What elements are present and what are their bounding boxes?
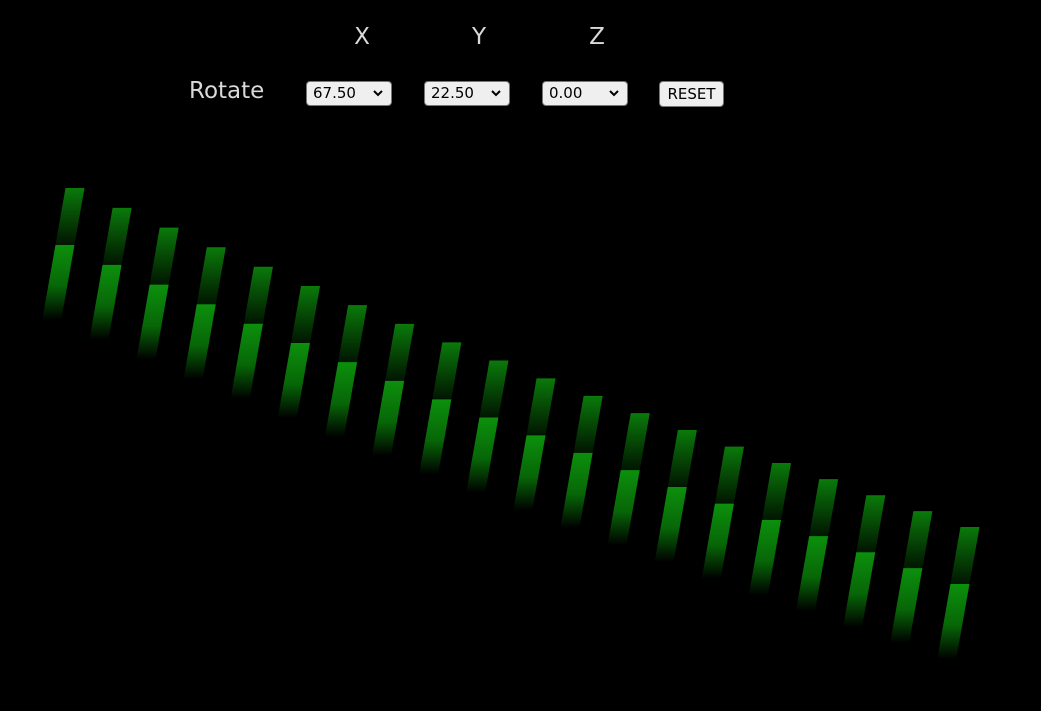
bar-1	[42, 188, 85, 320]
bar-upper-segment	[526, 378, 556, 436]
bar-14	[654, 429, 697, 562]
bar-4	[183, 247, 226, 380]
bar-upper-segment	[714, 446, 744, 504]
bar-lower-segment	[230, 323, 263, 399]
bar-lower-segment	[890, 568, 923, 644]
bar-upper-segment	[809, 479, 839, 537]
bar-lower-segment	[654, 486, 687, 562]
bar-upper-segment	[243, 266, 273, 324]
bar-upper-segment	[338, 305, 368, 363]
bar-upper-segment	[903, 511, 933, 569]
bar-lower-segment	[371, 380, 405, 456]
bar-lower-segment	[277, 343, 310, 419]
bar-lower-segment	[183, 304, 216, 380]
bar-lower-segment	[843, 552, 876, 628]
bar-upper-segment	[573, 395, 603, 453]
bar-3	[136, 227, 179, 360]
bar-lower-segment	[795, 536, 829, 612]
bar-lower-segment	[513, 435, 546, 511]
bar-upper-segment	[620, 413, 650, 471]
bar-upper-segment	[55, 188, 85, 245]
bar-upper-segment	[385, 323, 415, 381]
bar-19	[890, 511, 933, 644]
bar-upper-segment	[290, 286, 321, 344]
bar-15	[701, 446, 744, 579]
bar-17	[795, 479, 839, 612]
bar-upper-segment	[950, 527, 980, 584]
bar-upper-segment	[762, 463, 792, 521]
bar-upper-segment	[149, 227, 179, 285]
bar-5	[230, 266, 273, 399]
bar-20	[937, 527, 980, 659]
bar-lower-segment	[937, 584, 970, 659]
bar-upper-segment	[667, 429, 697, 487]
bar-lower-segment	[324, 362, 358, 438]
bar-6	[277, 286, 321, 419]
bar-upper-segment	[856, 495, 886, 553]
bar-lower-segment	[89, 264, 122, 340]
bar-12	[560, 395, 603, 528]
bar-upper-segment	[479, 360, 509, 418]
bar-8	[371, 323, 415, 456]
bar-9	[419, 342, 462, 475]
bar-lower-segment	[136, 284, 169, 360]
bar-7	[324, 305, 368, 438]
bar-lower-segment	[466, 417, 499, 493]
bar-lower-segment	[560, 452, 593, 528]
bar-upper-segment	[102, 207, 132, 265]
bar-2	[89, 207, 132, 340]
bar-upper-segment	[432, 342, 462, 400]
bar-11	[513, 378, 556, 511]
bar-16	[748, 463, 792, 596]
bar-lower-segment	[42, 245, 75, 320]
bars-group	[42, 188, 980, 659]
bar-lower-segment	[748, 520, 782, 596]
bar-lower-segment	[419, 399, 452, 475]
bar-13	[607, 413, 650, 546]
bar-10	[466, 360, 509, 493]
3d-bar-scene	[42, 188, 980, 659]
bar-upper-segment	[196, 247, 226, 305]
bar-lower-segment	[701, 503, 734, 579]
bar-18	[843, 495, 886, 628]
bar-lower-segment	[607, 470, 640, 546]
